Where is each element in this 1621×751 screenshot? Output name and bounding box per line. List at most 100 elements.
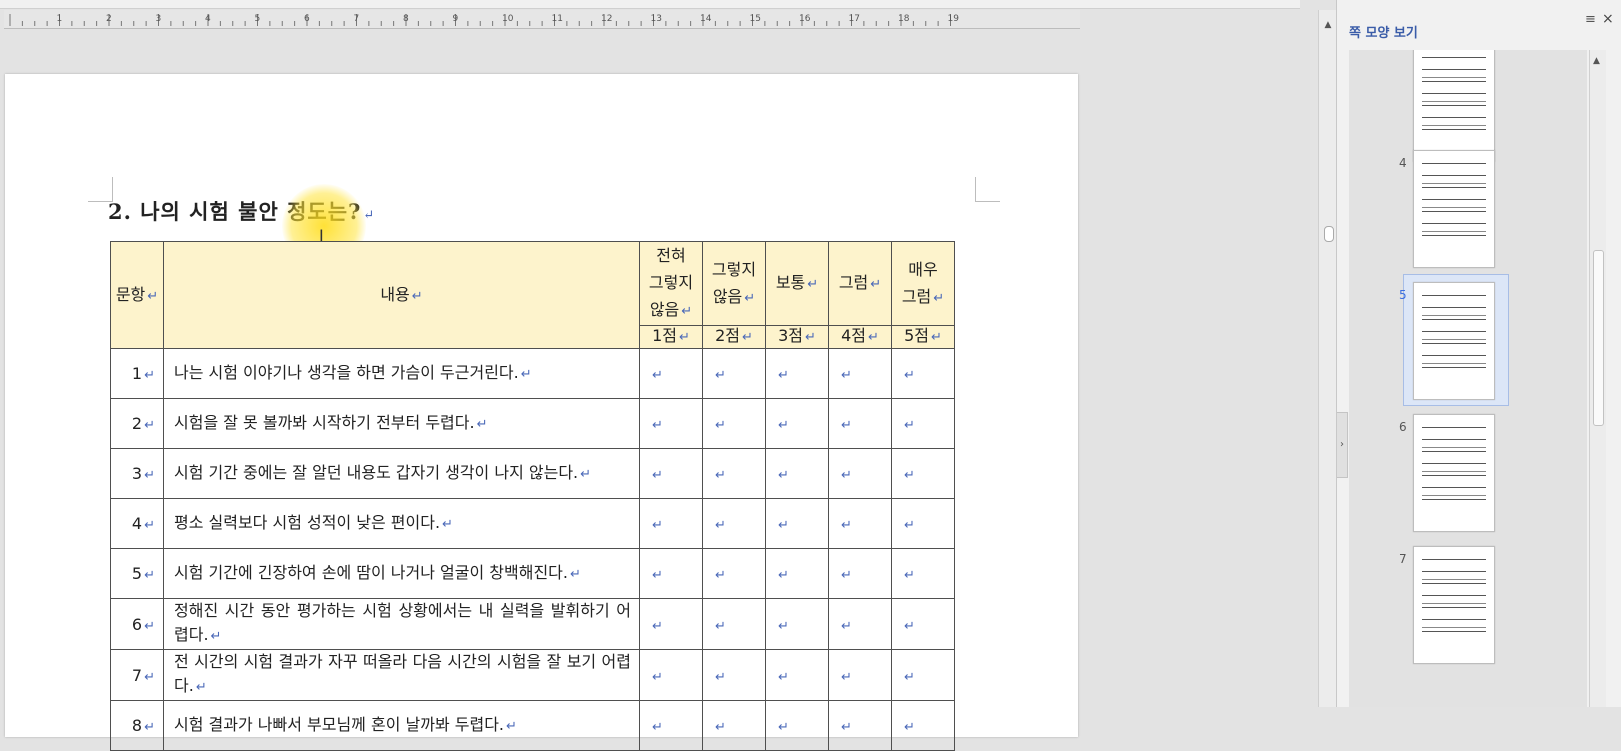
thumbnail-content-line (1422, 319, 1486, 327)
answer-cell[interactable]: ↵ (891, 700, 955, 751)
header-score-label: 1점 (652, 326, 677, 346)
answer-cell[interactable]: ↵ (891, 498, 955, 549)
header-content-cell[interactable]: 내용 ↵ (163, 241, 640, 349)
thumbnail-scrollbar[interactable]: ▲ (1589, 50, 1606, 707)
item-content-cell[interactable]: 평소 실력보다 시험 성적이 낮은 편이다. ↵ (163, 498, 640, 549)
answer-cell[interactable]: ↵ (765, 448, 829, 499)
paragraph-mark: ↵ (652, 418, 663, 433)
item-number-cell[interactable]: 4 ↵ (110, 498, 164, 549)
answer-cell[interactable]: ↵ (828, 700, 892, 751)
answer-cell[interactable]: ↵ (828, 398, 892, 449)
item-number-cell[interactable]: 7 ↵ (110, 649, 164, 701)
answer-cell[interactable]: ↵ (639, 498, 703, 549)
paragraph-mark: ↵ (580, 466, 592, 482)
answer-cell[interactable]: ↵ (639, 348, 703, 399)
item-content-cell[interactable]: 시험 기간 중에는 잘 알던 내용도 갑자기 생각이 나지 않는다. ↵ (163, 448, 640, 499)
header-option-cell[interactable]: 매우 그럼 ↵ (891, 241, 955, 326)
answer-cell[interactable]: ↵ (891, 548, 955, 599)
answer-cell[interactable]: ↵ (702, 700, 766, 751)
header-option-cell[interactable]: 그렇지 않음 ↵ (702, 241, 766, 326)
answer-cell[interactable]: ↵ (828, 548, 892, 599)
answer-cell[interactable]: ↵ (702, 348, 766, 399)
thumbnail-page-number: 5 (1399, 288, 1407, 302)
scroll-up-icon[interactable]: ▲ (1322, 20, 1334, 30)
thumbnail-scroll-thumb[interactable] (1593, 250, 1604, 426)
header-score-cell[interactable]: 4점 ↵ (828, 325, 892, 349)
answer-cell[interactable]: ↵ (765, 498, 829, 549)
item-number-cell[interactable]: 2 ↵ (110, 398, 164, 449)
header-score-cell[interactable]: 2점 ↵ (702, 325, 766, 349)
answer-cell[interactable]: ↵ (639, 700, 703, 751)
section-heading-text[interactable]: 2. 나의 시험 불안 정도는? (108, 199, 361, 224)
scroll-thumb[interactable] (1324, 226, 1334, 242)
answer-cell[interactable]: ↵ (639, 548, 703, 599)
answer-cell[interactable]: ↵ (702, 649, 766, 701)
item-content-cell[interactable]: 전 시간의 시험 결과가 자꾸 떠올라 다음 시간의 시험을 잘 보기 어렵다.… (163, 649, 640, 701)
answer-cell[interactable]: ↵ (765, 649, 829, 701)
page-thumbnail[interactable] (1413, 50, 1495, 162)
answer-cell[interactable]: ↵ (639, 448, 703, 499)
paragraph-mark: ↵ (807, 277, 819, 292)
item-content-text: 나는 시험 이야기나 생각을 하면 가슴이 두근거린다. (174, 362, 519, 382)
answer-cell[interactable]: ↵ (639, 649, 703, 701)
section-heading[interactable]: 2. 나의 시험 불안 정도는? ↵ (108, 196, 375, 226)
header-score-cell[interactable]: 5점 ↵ (891, 325, 955, 349)
item-content-cell[interactable]: 정해진 시간 동안 평가하는 시험 상황에서는 내 실력을 발휘하기 어렵다. ↵ (163, 598, 640, 650)
item-content-cell[interactable]: 시험 결과가 나빠서 부모님께 혼이 날까봐 두렵다. ↵ (163, 700, 640, 751)
answer-cell[interactable]: ↵ (765, 348, 829, 399)
header-option-cell[interactable]: 전혀 그렇지 않음 ↵ (639, 241, 703, 326)
page-thumbnail[interactable] (1413, 414, 1495, 532)
answer-cell[interactable]: ↵ (891, 649, 955, 701)
panel-collapse-icon[interactable]: › (1337, 412, 1348, 478)
answer-cell[interactable]: ↵ (891, 598, 955, 650)
item-number-cell[interactable]: 5 ↵ (110, 548, 164, 599)
header-option-cell[interactable]: 그럼 ↵ (828, 241, 892, 326)
panel-menu-icon[interactable]: ≡ (1585, 12, 1596, 27)
answer-cell[interactable]: ↵ (828, 649, 892, 701)
item-content-cell[interactable]: 나는 시험 이야기나 생각을 하면 가슴이 두근거린다. ↵ (163, 348, 640, 399)
item-content-cell[interactable]: 시험을 잘 못 볼까봐 시작하기 전부터 두렵다. ↵ (163, 398, 640, 449)
answer-cell[interactable]: ↵ (828, 348, 892, 399)
answer-cell[interactable]: ↵ (702, 398, 766, 449)
item-number-cell[interactable]: 1 ↵ (110, 348, 164, 399)
paragraph-mark: ↵ (904, 669, 915, 685)
thumbnail-content-line (1422, 439, 1486, 448)
thumbnail-content-line (1422, 117, 1486, 126)
horizontal-ruler[interactable]: 1 2 3 4 5 6 7 8 9 10 11 12 13 14 15 16 17 18 19 (4, 10, 1080, 29)
answer-cell[interactable]: ↵ (639, 398, 703, 449)
answer-cell[interactable]: ↵ (765, 548, 829, 599)
answer-cell[interactable]: ↵ (702, 498, 766, 549)
header-item-cell[interactable]: 문항 ↵ (110, 241, 164, 349)
thumbnail-content-line (1422, 235, 1486, 243)
paragraph-mark: ↵ (715, 720, 726, 735)
page-thumbnail[interactable] (1413, 150, 1495, 268)
header-score-cell[interactable]: 1점 ↵ (639, 325, 703, 349)
item-number-cell[interactable]: 3 ↵ (110, 448, 164, 499)
item-number-cell[interactable]: 6 ↵ (110, 598, 164, 650)
thumbnail-content-line (1422, 463, 1486, 472)
answer-cell[interactable]: ↵ (765, 398, 829, 449)
page-thumbnail[interactable] (1413, 282, 1495, 400)
answer-cell[interactable]: ↵ (765, 700, 829, 751)
answer-cell[interactable]: ↵ (702, 448, 766, 499)
answer-cell[interactable]: ↵ (828, 498, 892, 549)
answer-cell[interactable]: ↵ (702, 548, 766, 599)
answer-cell[interactable]: ↵ (891, 348, 955, 399)
answer-cell[interactable]: ↵ (891, 448, 955, 499)
answer-cell[interactable]: ↵ (891, 398, 955, 449)
item-number-cell[interactable]: 8 ↵ (110, 700, 164, 751)
page-thumbnail[interactable] (1413, 546, 1495, 664)
header-option-cell[interactable]: 보통 ↵ (765, 241, 829, 326)
answer-cell[interactable]: ↵ (828, 598, 892, 650)
answer-cell[interactable]: ↵ (639, 598, 703, 650)
item-content-cell[interactable]: 시험 기간에 긴장하여 손에 땀이 나거나 얼굴이 창백해진다. ↵ (163, 548, 640, 599)
thumbnail-list[interactable]: 4 5 6 7 (1349, 50, 1587, 707)
panel-close-icon[interactable]: × (1602, 11, 1614, 27)
answer-cell[interactable]: ↵ (765, 598, 829, 650)
answer-cell[interactable]: ↵ (702, 598, 766, 650)
answer-cell[interactable]: ↵ (828, 448, 892, 499)
anxiety-survey-table[interactable]: 문항 ↵ 내용 ↵ 전혀 그렇지 않음 ↵ 그렇지 않음 ↵ 보통 ↵ 그럼 ↵ 매우 그럼 ↵ 1점 ↵ 2점… (110, 241, 955, 751)
thumbnail-scroll-up-icon[interactable]: ▲ (1593, 56, 1600, 66)
document-scrollbar[interactable]: ▲ (1318, 10, 1337, 707)
header-score-cell[interactable]: 3점 ↵ (765, 325, 829, 349)
